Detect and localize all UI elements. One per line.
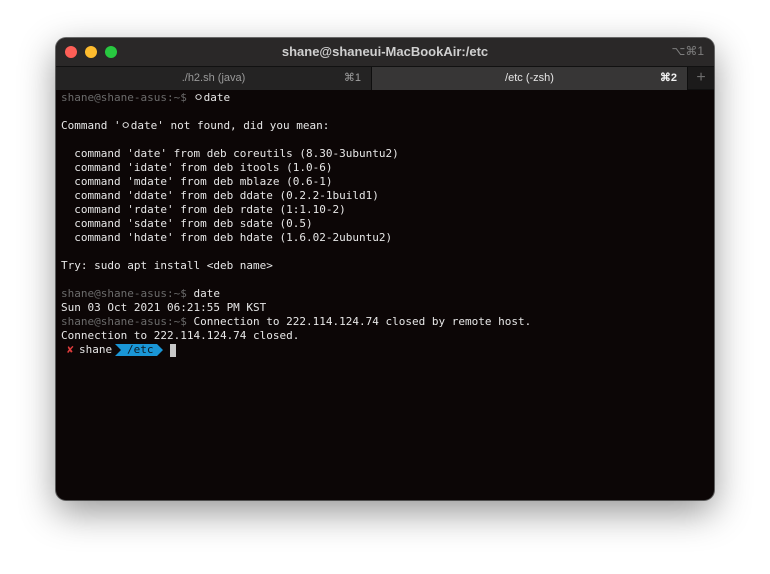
powerline-prompt: ✘ shane /etc bbox=[61, 343, 714, 357]
terminal-line: command 'sdate' from deb sdate (0.5) bbox=[61, 217, 714, 231]
shell-prompt: shane@shane-asus:~$ bbox=[61, 315, 194, 328]
new-tab-button[interactable]: + bbox=[688, 67, 714, 90]
tab-label: /etc (-zsh) bbox=[505, 72, 554, 84]
terminal-line: shane@shane-asus:~$ ㅇdate bbox=[61, 91, 714, 105]
shell-prompt: shane@shane-asus:~$ bbox=[61, 287, 194, 300]
terminal-line: shane@shane-asus:~$ date bbox=[61, 287, 714, 301]
line-text: command 'idate' from deb itools (1.0-6) bbox=[61, 161, 333, 174]
terminal-line: Try: sudo apt install <deb name> bbox=[61, 259, 714, 273]
tab-etc-zsh[interactable]: /etc (-zsh) ⌘2 bbox=[372, 67, 688, 90]
terminal-line: command 'ddate' from deb ddate (0.2.2-1b… bbox=[61, 189, 714, 203]
line-text: command 'rdate' from deb rdate (1:1.10-2… bbox=[61, 203, 346, 216]
line-text: ㅇdate bbox=[193, 91, 231, 104]
line-text: Try: sudo apt install <deb name> bbox=[61, 259, 273, 272]
terminal-line: command 'idate' from deb itools (1.0-6) bbox=[61, 161, 714, 175]
title-bar[interactable]: shane@shaneui-MacBookAir:/etc ⌥⌘1 bbox=[56, 38, 714, 66]
window-shortcut: ⌥⌘1 bbox=[671, 44, 704, 58]
shell-prompt: shane@shane-asus:~$ bbox=[61, 91, 194, 104]
line-text: Sun 03 Oct 2021 06:21:55 PM KST bbox=[61, 301, 267, 314]
line-text: command 'hdate' from deb hdate (1.6.02-2… bbox=[61, 231, 393, 244]
terminal-line: command 'rdate' from deb rdate (1:1.10-2… bbox=[61, 203, 714, 217]
line-text: date bbox=[193, 287, 220, 300]
terminal-output[interactable]: shane@shane-asus:~$ ㅇdate Command 'ㅇdate'… bbox=[61, 91, 714, 500]
terminal-line: shane@shane-asus:~$ Connection to 222.11… bbox=[61, 315, 714, 329]
prompt-path: /etc bbox=[127, 343, 154, 356]
terminal-line: Command 'ㅇdate' not found, did you mean: bbox=[61, 119, 714, 133]
line-text: Connection to 222.114.124.74 closed. bbox=[61, 329, 300, 342]
terminal-line: command 'mdate' from deb mblaze (0.6-1) bbox=[61, 175, 714, 189]
tab-label: ./h2.sh (java) bbox=[181, 72, 246, 84]
line-text: command 'ddate' from deb ddate (0.2.2-1b… bbox=[61, 189, 379, 202]
window-title: shane@shaneui-MacBookAir:/etc bbox=[281, 44, 489, 59]
line-text: Command 'ㅇdate' not found, did you mean: bbox=[61, 119, 330, 132]
line-text: command 'mdate' from deb mblaze (0.6-1) bbox=[61, 175, 333, 188]
tab-shortcut: ⌘2 bbox=[659, 72, 677, 84]
line-text: Connection to 222.114.124.74 closed by r… bbox=[193, 315, 532, 328]
terminal-line: command 'date' from deb coreutils (8.30-… bbox=[61, 147, 714, 161]
line-text: command 'date' from deb coreutils (8.30-… bbox=[61, 147, 399, 160]
tab-h2-java[interactable]: ./h2.sh (java) ⌘1 bbox=[56, 67, 372, 90]
tab-bar: ./h2.sh (java) ⌘1 /etc (-zsh) ⌘2 + bbox=[56, 66, 714, 90]
terminal-line: Connection to 222.114.124.74 closed. bbox=[61, 329, 714, 343]
prompt-user: shane bbox=[79, 343, 113, 356]
terminal-lines: shane@shane-asus:~$ ㅇdate Command 'ㅇdate'… bbox=[61, 91, 714, 343]
terminal-line: command 'hdate' from deb hdate (1.6.02-2… bbox=[61, 231, 714, 245]
tab-shortcut: ⌘1 bbox=[343, 72, 361, 84]
line-text: command 'sdate' from deb sdate (0.5) bbox=[61, 217, 313, 230]
terminal-line: Sun 03 Oct 2021 06:21:55 PM KST bbox=[61, 301, 714, 315]
error-status-icon: ✘ bbox=[67, 343, 74, 356]
text-cursor[interactable] bbox=[170, 344, 176, 357]
terminal-window: shane@shaneui-MacBookAir:/etc ⌥⌘1 ./h2.s… bbox=[56, 38, 714, 500]
